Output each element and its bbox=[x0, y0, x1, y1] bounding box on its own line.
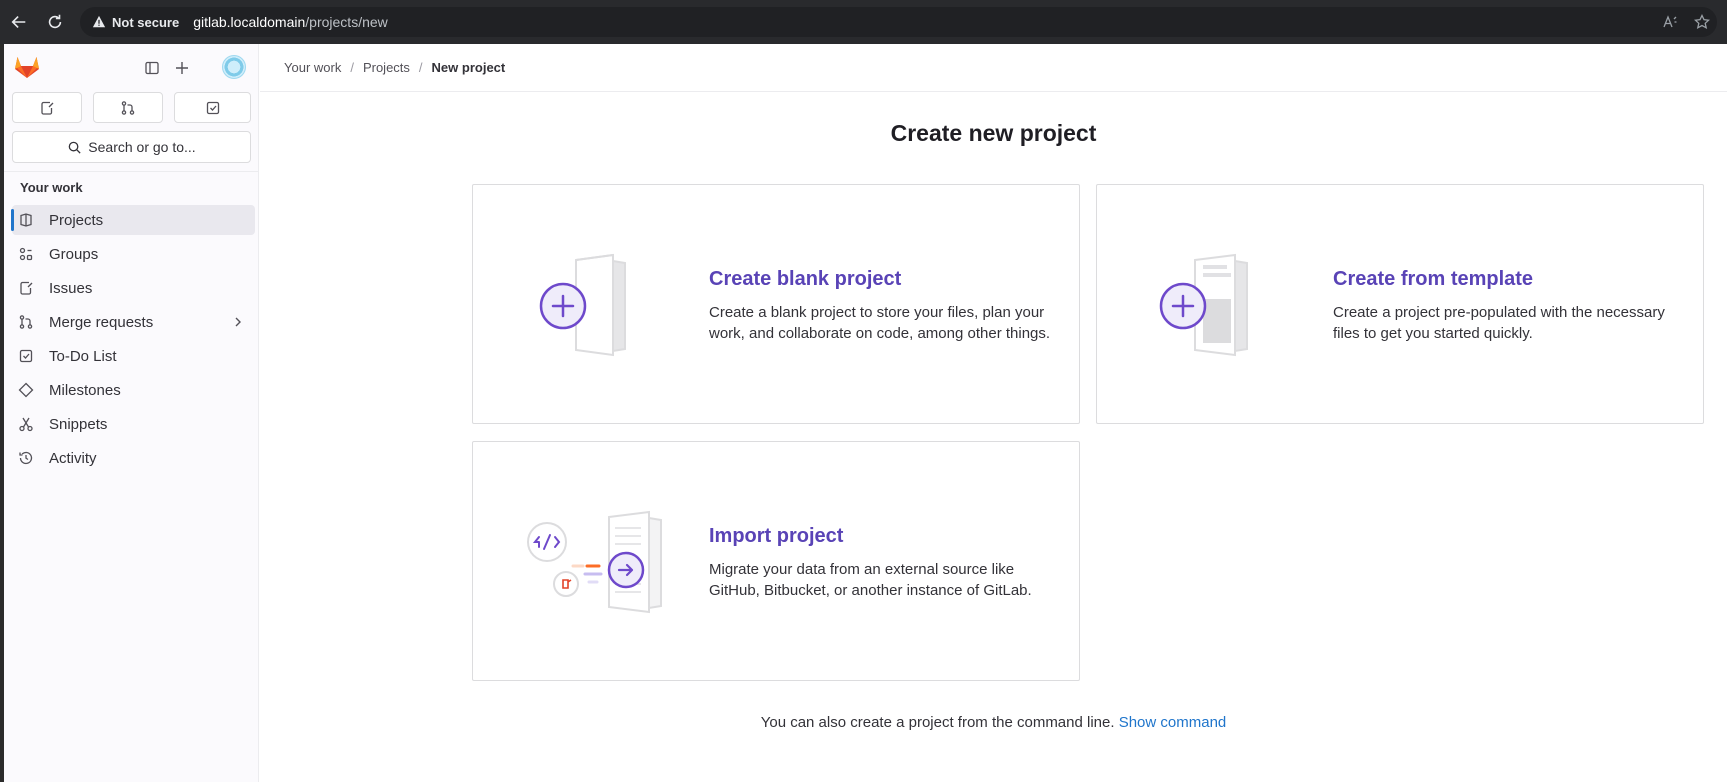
create-blank-project-card[interactable]: Create blank project Create a blank proj… bbox=[472, 184, 1080, 424]
address-bar[interactable]: Not secure gitlab.localdomain/projects/n… bbox=[80, 7, 1717, 37]
sidebar-item-activity[interactable]: Activity bbox=[12, 443, 255, 473]
favorite-star-icon[interactable] bbox=[1691, 11, 1713, 33]
url-text[interactable]: gitlab.localdomain/projects/new bbox=[193, 14, 388, 30]
card-description: Create a project pre-populated with the … bbox=[1333, 304, 1665, 342]
card-title: Create from template bbox=[1333, 268, 1534, 290]
gitlab-logo-icon[interactable] bbox=[14, 55, 40, 79]
sidebar-item-label: Issues bbox=[49, 279, 93, 297]
card-description: Migrate your data from an external sourc… bbox=[709, 561, 1032, 599]
sidebar-item-issues[interactable]: Issues bbox=[12, 273, 255, 303]
sidebar-item-milestones[interactable]: Milestones bbox=[12, 375, 255, 405]
blank-project-illustration-icon bbox=[539, 253, 626, 357]
todo-icon bbox=[18, 348, 34, 364]
todo-button[interactable] bbox=[174, 92, 251, 123]
top-bar: Your work / Projects / New project bbox=[260, 44, 1727, 92]
breadcrumb: Your work / Projects / New project bbox=[284, 60, 505, 75]
sidebar-item-label: Projects bbox=[49, 211, 104, 229]
back-icon[interactable] bbox=[8, 11, 30, 33]
template-project-illustration-icon bbox=[1159, 253, 1248, 357]
project-icon bbox=[18, 212, 34, 228]
browser-chrome: Not secure gitlab.localdomain/projects/n… bbox=[0, 0, 1727, 44]
sidebar-section-title: Your work bbox=[20, 180, 83, 195]
chevron-right-icon[interactable] bbox=[231, 315, 245, 329]
import-project-illustration-icon bbox=[527, 510, 662, 614]
breadcrumb-your-work[interactable]: Your work bbox=[284, 60, 341, 75]
search-icon bbox=[68, 141, 81, 154]
card-title: Import project bbox=[709, 525, 844, 547]
page-title: Create new project bbox=[890, 120, 1097, 146]
card-title: Create blank project bbox=[709, 268, 902, 290]
sidebar-item-label: Merge requests bbox=[49, 313, 154, 331]
command-line-note: You can also create a project from the c… bbox=[260, 714, 1727, 731]
milestone-icon bbox=[18, 382, 34, 398]
sidebar-item-projects[interactable]: Projects bbox=[11, 205, 255, 235]
security-label: Not secure bbox=[112, 14, 180, 30]
sidebar-header bbox=[4, 44, 259, 88]
create-from-template-card[interactable]: Create from template Create a project pr… bbox=[1096, 184, 1704, 424]
search-label: Search or go to... bbox=[88, 139, 196, 155]
merge-request-icon bbox=[18, 314, 34, 330]
import-project-card[interactable]: Import project Migrate your data from an… bbox=[472, 441, 1080, 681]
reload-icon[interactable] bbox=[44, 11, 66, 33]
issues-icon bbox=[41, 101, 54, 115]
issues-icon bbox=[18, 280, 34, 296]
create-new-icon[interactable] bbox=[170, 56, 194, 80]
search-button[interactable]: Search or go to... bbox=[12, 131, 251, 163]
sidebar-item-label: Groups bbox=[49, 245, 99, 263]
sidebar-item-groups[interactable]: Groups bbox=[12, 239, 255, 269]
group-icon bbox=[18, 246, 34, 262]
merge-requests-button[interactable] bbox=[93, 92, 163, 123]
sidebar-divider bbox=[4, 171, 259, 172]
read-aloud-icon[interactable] bbox=[1659, 11, 1681, 33]
breadcrumb-separator: / bbox=[350, 60, 354, 75]
sidebar-item-snippets[interactable]: Snippets bbox=[12, 409, 255, 439]
command-line-note-text: You can also create a project from the c… bbox=[760, 714, 1115, 731]
sidebar-item-todo-list[interactable]: To-Do List bbox=[12, 341, 255, 371]
url-path: /projects/new bbox=[305, 14, 388, 30]
breadcrumb-projects[interactable]: Projects bbox=[363, 60, 410, 75]
history-icon bbox=[18, 450, 34, 466]
sidebar-item-label: Activity bbox=[49, 449, 97, 467]
sidebar-item-label: Milestones bbox=[49, 381, 121, 399]
todo-icon bbox=[206, 101, 219, 114]
snippet-icon bbox=[18, 416, 34, 432]
sidebar: Search or go to... Your work Projects Gr… bbox=[4, 44, 259, 782]
url-host: gitlab.localdomain bbox=[193, 14, 306, 30]
show-command-link[interactable]: Show command bbox=[1119, 714, 1227, 731]
breadcrumb-new-project[interactable]: New project bbox=[432, 60, 506, 75]
security-indicator[interactable]: Not secure bbox=[92, 15, 179, 30]
gitlab-page: Search or go to... Your work Projects Gr… bbox=[4, 44, 1727, 782]
sidebar-toggle-icon[interactable] bbox=[140, 56, 164, 80]
assigned-issues-button[interactable] bbox=[12, 92, 82, 123]
sidebar-item-merge-requests[interactable]: Merge requests bbox=[12, 307, 255, 337]
breadcrumb-separator: / bbox=[418, 60, 423, 75]
user-avatar[interactable] bbox=[222, 55, 246, 79]
sidebar-item-label: Snippets bbox=[49, 415, 108, 433]
sidebar-nav: Projects Groups Issues Merge requests To… bbox=[4, 205, 259, 477]
sidebar-item-label: To-Do List bbox=[49, 347, 117, 365]
card-description: Create a blank project to store your fil… bbox=[709, 304, 1051, 342]
warning-icon bbox=[92, 15, 106, 28]
merge-request-icon bbox=[121, 100, 135, 115]
